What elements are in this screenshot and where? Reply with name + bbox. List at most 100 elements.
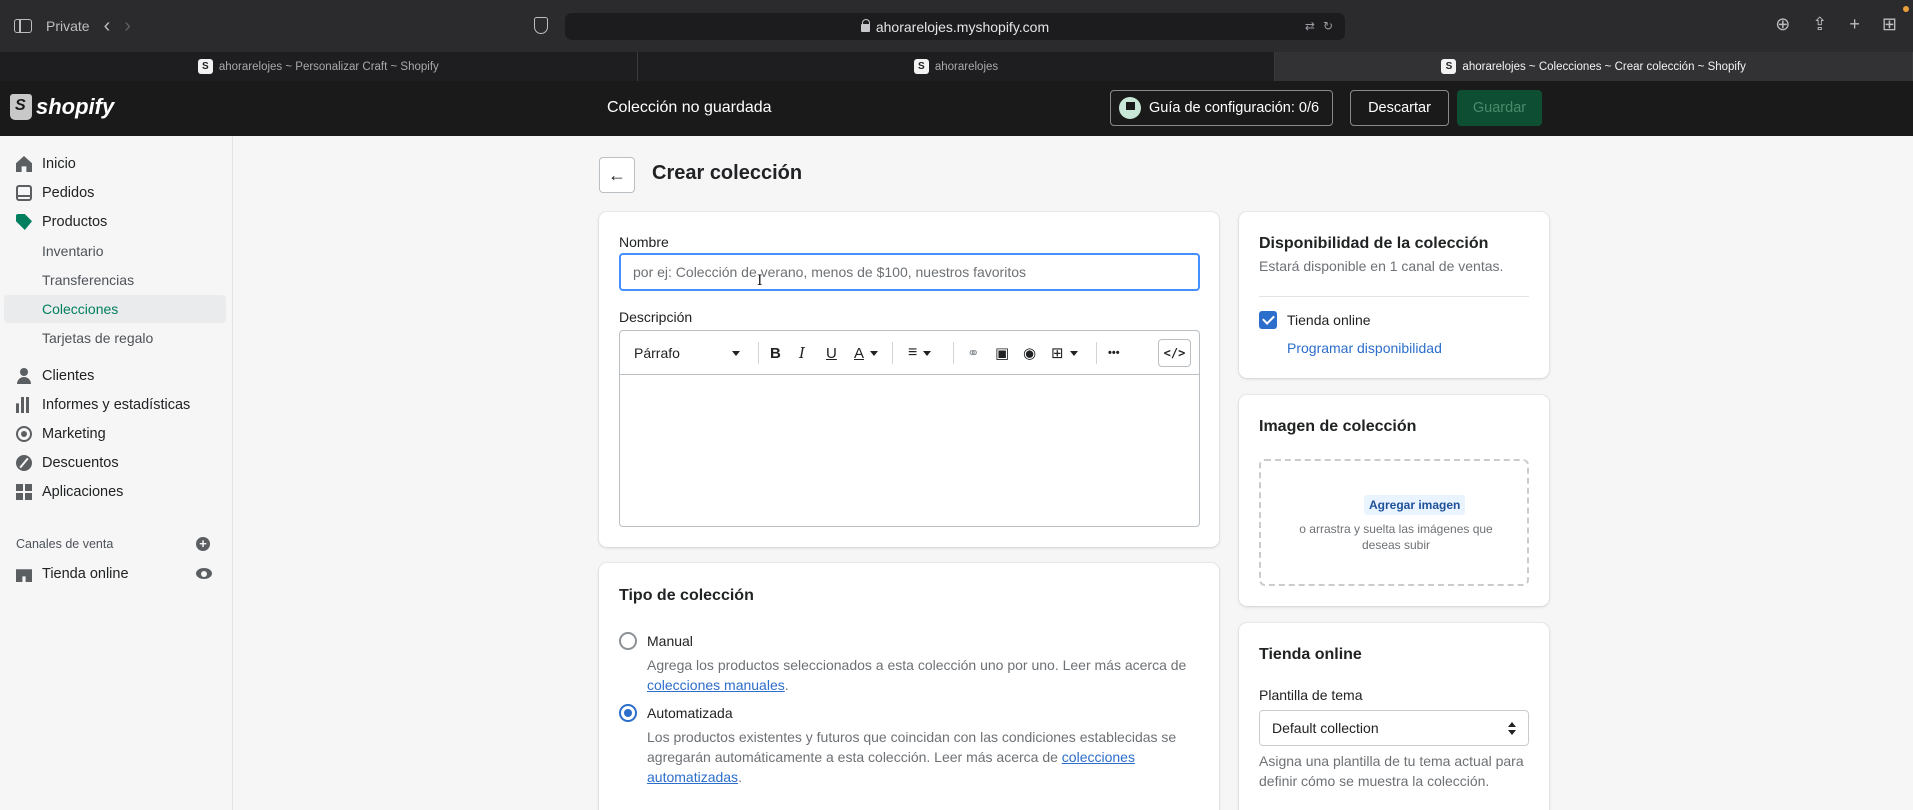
sidebar-item-pedidos[interactable]: Pedidos [4, 179, 226, 207]
image-icon[interactable]: ▣ [995, 343, 1009, 363]
manual-collections-link[interactable]: colecciones manuales [647, 677, 785, 693]
shopify-favicon-icon: S [913, 59, 929, 74]
details-card: Nombre Descripción Párrafo B I U A ≡ ⚭ ▣ [599, 212, 1219, 547]
online-store-checkbox[interactable] [1259, 311, 1277, 329]
tab-overview-icon[interactable]: ⊞ [1882, 14, 1897, 35]
theme-template-value: Default collection [1272, 720, 1379, 736]
description-editor: Párrafo B I U A ≡ ⚭ ▣ ◉ ⊞ ••• </> [619, 330, 1200, 527]
manual-radio[interactable] [619, 632, 637, 650]
theme-template-help: Asigna una plantilla de tu tema actual p… [1259, 753, 1524, 789]
name-input[interactable] [619, 253, 1200, 291]
download-icon[interactable]: ⊕ [1775, 14, 1790, 35]
sidebar-item-aplicaciones[interactable]: Aplicaciones [4, 478, 226, 506]
discard-button[interactable]: Descartar [1350, 90, 1449, 126]
sidebar-item-label: Inicio [42, 156, 76, 172]
eye-icon[interactable] [196, 568, 212, 579]
sidebar-item-inicio[interactable]: Inicio [4, 150, 226, 178]
sidebar-item-tienda-online[interactable]: Tienda online [4, 560, 226, 588]
bold-button[interactable]: B [770, 343, 781, 363]
translate-icon[interactable]: ⇄ [1305, 19, 1315, 33]
store-icon [16, 569, 32, 582]
toolbar-divider [953, 342, 954, 364]
sidebar-item-clientes[interactable]: Clientes [4, 362, 226, 390]
manual-label: Manual [647, 633, 693, 649]
automated-radio[interactable] [619, 704, 637, 722]
description-textarea[interactable] [620, 375, 1199, 525]
sidebar-item-marketing[interactable]: Marketing [4, 420, 226, 448]
logo-text: shopify [36, 94, 115, 119]
private-mode-label: Private [46, 18, 90, 34]
more-options-button[interactable]: ••• [1108, 343, 1120, 363]
tab-bar: S ahorarelojes ~ Personalizar Craft ~ Sh… [0, 52, 1913, 81]
chevron-down-icon [923, 350, 932, 356]
sidebar-item-label: Clientes [42, 368, 95, 384]
availability-card: Disponibilidad de la colección Estará di… [1239, 212, 1549, 378]
bar-chart-icon [16, 397, 32, 413]
person-icon [16, 368, 32, 384]
shopify-favicon-icon: S [197, 59, 213, 74]
add-channel-icon[interactable]: + [196, 537, 210, 551]
tab-label: ahorarelojes ~ Personalizar Craft ~ Shop… [218, 60, 439, 73]
collection-type-card: Tipo de colección Manual Agrega los prod… [599, 563, 1219, 810]
lock-icon [860, 18, 871, 32]
tab-personalizar[interactable]: S ahorarelojes ~ Personalizar Craft ~ Sh… [0, 52, 638, 81]
new-tab-icon[interactable]: + [1849, 14, 1860, 35]
toolbar-divider [758, 342, 759, 364]
sidebar-item-label: Marketing [42, 426, 106, 442]
sidebar-toggle-icon[interactable] [14, 19, 32, 33]
tab-label: ahorarelojes [934, 60, 999, 73]
save-button[interactable]: Guardar [1457, 90, 1542, 126]
sidebar-item-label: Tienda online [42, 566, 129, 582]
sidebar-item-informes[interactable]: Informes y estadísticas [4, 391, 226, 419]
video-icon[interactable]: ◉ [1023, 343, 1036, 363]
orders-icon [16, 185, 32, 201]
sidebar-item-productos[interactable]: Productos [4, 208, 226, 236]
setup-guide-button[interactable]: Guía de configuración: 0/6 [1110, 90, 1333, 126]
sales-channels-label: Canales de venta [16, 537, 114, 551]
shield-icon[interactable] [534, 17, 548, 34]
sidebar-item-label: Pedidos [42, 185, 95, 201]
schedule-availability-link[interactable]: Programar disponibilidad [1287, 340, 1442, 356]
target-icon [16, 426, 32, 442]
paragraph-format-label: Párrafo [634, 345, 680, 361]
chevron-down-icon [870, 350, 879, 356]
tab-ahorarelojes[interactable]: S ahorarelojes [638, 52, 1276, 81]
url-text: ahorarelojes.myshopify.com [875, 18, 1050, 35]
select-arrows-icon [1508, 722, 1516, 735]
theme-template-select[interactable]: Default collection [1259, 710, 1529, 746]
align-button[interactable]: ≡ [908, 343, 932, 363]
tab-crear-coleccion[interactable]: S ahorarelojes ~ Colecciones ~ Crear col… [1275, 52, 1913, 81]
notification-dot [1903, 6, 1909, 12]
sidebar-item-descuentos[interactable]: Descuentos [4, 449, 226, 477]
underline-button[interactable]: U [826, 343, 837, 363]
tag-icon [16, 214, 32, 230]
back-icon[interactable]: ‹ [104, 16, 111, 36]
forward-icon[interactable]: › [124, 16, 131, 36]
availability-title: Disponibilidad de la colección [1259, 235, 1489, 252]
shopify-logo[interactable]: shopify [10, 94, 114, 120]
back-button[interactable]: ← [599, 157, 635, 193]
link-icon[interactable]: ⚭ [967, 343, 980, 363]
online-store-card: Tienda online Plantilla de tema Default … [1239, 623, 1549, 810]
manual-description: Agrega los productos seleccionados a est… [647, 657, 1187, 693]
align-left-icon: ≡ [908, 344, 918, 361]
apps-icon [16, 484, 32, 500]
address-bar[interactable]: ahorarelojes.myshopify.com ⇄ ↻ [565, 13, 1345, 40]
sidebar-item-transferencias[interactable]: Transferencias [4, 266, 226, 294]
collection-image-title: Imagen de colección [1259, 418, 1417, 435]
share-icon[interactable]: ⇪ [1812, 14, 1827, 35]
image-dropzone[interactable]: Agregar imagen o arrastra y suelta las i… [1259, 459, 1529, 586]
add-image-button[interactable]: Agregar imagen [1364, 495, 1466, 515]
italic-button[interactable]: I [799, 343, 805, 363]
paragraph-format-dropdown[interactable]: Párrafo [634, 343, 740, 363]
text-color-button[interactable]: A [854, 343, 879, 363]
reload-icon[interactable]: ↻ [1323, 19, 1333, 33]
sidebar-item-colecciones[interactable]: Colecciones [4, 295, 226, 323]
toolbar-divider [892, 342, 893, 364]
sidebar-item-tarjetas-regalo[interactable]: Tarjetas de regalo [4, 324, 226, 352]
collection-type-title: Tipo de colección [619, 587, 754, 604]
code-view-button[interactable]: </> [1158, 339, 1191, 367]
table-button[interactable]: ⊞ [1051, 343, 1078, 363]
sidebar-item-inventario[interactable]: Inventario [4, 237, 226, 265]
text-cursor-icon [757, 273, 763, 291]
